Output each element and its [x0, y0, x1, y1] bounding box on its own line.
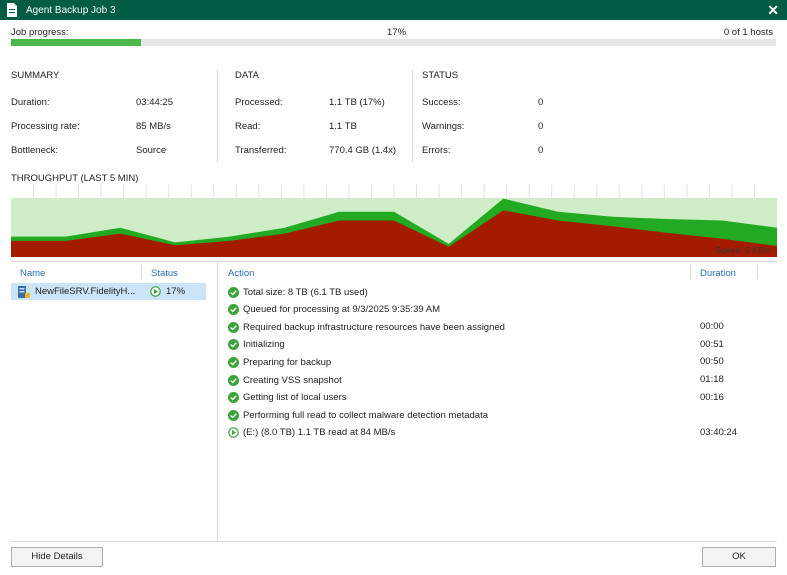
data-processed-label: Processed: [235, 97, 283, 108]
success-icon [228, 339, 239, 351]
action-row: (E:) (8.0 TB) 1.1 TB read at 84 MB/s 03:4… [228, 426, 776, 440]
data-read-value: 1.1 TB [329, 121, 357, 132]
success-icon [228, 321, 239, 333]
throughput-grid [33, 184, 755, 198]
duration-end-col-divider [757, 265, 758, 279]
hide-details-button[interactable]: Hide Details [11, 547, 103, 567]
action-text: Required backup infrastructure resources… [243, 321, 505, 333]
panels-divider [217, 262, 218, 542]
throughput-title: THROUGHPUT (LAST 5 MIN) [11, 173, 139, 184]
status-warnings-value: 0 [538, 121, 544, 132]
action-row: Getting list of local users 00:16 [228, 391, 776, 405]
lists-top-divider [11, 261, 777, 262]
running-status-icon [150, 286, 161, 297]
throughput-chart: Speed: 0 KB/s [11, 184, 777, 257]
lists-bottom-divider [11, 541, 777, 542]
job-progress-label: Job progress: [11, 27, 69, 38]
action-row: Initializing 00:51 [228, 338, 776, 352]
action-duration: 00:16 [700, 391, 724, 403]
server-icon [18, 286, 30, 298]
action-duration: 01:18 [700, 374, 724, 385]
throughput-chart-svg [11, 184, 777, 257]
summary-duration-label: Duration: [11, 97, 50, 108]
name-column-header[interactable]: Name [20, 268, 45, 279]
status-success-label: Success: [422, 97, 461, 108]
status-column-header[interactable]: Status [151, 268, 178, 279]
status-warnings-label: Warnings: [422, 121, 465, 132]
summary-title: SUMMARY [11, 70, 60, 81]
action-text: (E:) (8.0 TB) 1.1 TB read at 84 MB/s [243, 427, 396, 439]
name-status-col-divider [141, 265, 142, 279]
success-icon [228, 374, 239, 386]
job-progress-bar [11, 39, 776, 46]
success-icon [228, 409, 239, 421]
data-processed-value: 1.1 TB (17%) [329, 97, 385, 108]
job-window: Job progress: 17% 0 of 1 hosts SUMMARY D… [0, 20, 787, 575]
action-row: Required backup infrastructure resources… [228, 320, 776, 334]
host-name: NewFileSRV.FidelityH... [35, 286, 136, 297]
job-progress-percent: 17% [387, 27, 407, 38]
host-status: 17% [166, 286, 186, 297]
summary-rate-label: Processing rate: [11, 121, 80, 132]
summary-duration-value: 03:44:25 [136, 97, 173, 108]
status-success-value: 0 [538, 97, 544, 108]
summary-bottleneck-value: Source [136, 145, 167, 156]
action-duration: 00:50 [700, 356, 724, 368]
action-text: Getting list of local users [243, 392, 347, 404]
summary-divider [217, 70, 218, 162]
success-icon [228, 392, 239, 404]
success-icon [228, 304, 239, 316]
title-bar: Agent Backup Job 3 ✕ [0, 0, 787, 20]
summary-rate-value: 85 MB/s [136, 121, 171, 132]
action-row: Performing full read to collect malware … [228, 408, 776, 422]
duration-column-header[interactable]: Duration [700, 268, 736, 279]
action-text: Preparing for backup [243, 356, 332, 368]
action-text: Total size: 8 TB (6.1 TB used) [243, 286, 368, 298]
status-errors-value: 0 [538, 145, 544, 156]
action-text: Creating VSS snapshot [243, 374, 342, 386]
data-transferred-label: Transferred: [235, 145, 287, 156]
host-row-selected[interactable]: NewFileSRV.FidelityH... 17% [11, 283, 206, 300]
action-text: Performing full read to collect malware … [243, 409, 489, 421]
success-icon [228, 356, 239, 368]
action-duration-col-divider [690, 265, 691, 279]
data-title: DATA [235, 70, 259, 81]
status-errors-label: Errors: [422, 145, 451, 156]
document-app-icon [7, 3, 17, 17]
action-duration: 00:00 [700, 321, 724, 333]
job-progress-row: Job progress: 17% 0 of 1 hosts [11, 27, 777, 39]
action-duration: 00:51 [700, 338, 724, 350]
status-title: STATUS [422, 70, 459, 81]
success-icon [228, 286, 239, 298]
summary-bottleneck-label: Bottleneck: [11, 145, 58, 156]
job-progress-fill [11, 39, 142, 46]
data-read-label: Read: [235, 121, 261, 132]
current-speed: Speed: 0 KB/s [715, 245, 770, 255]
action-row: Creating VSS snapshot 01:18 [228, 373, 776, 387]
action-row: Preparing for backup 00:50 [228, 355, 776, 369]
close-icon[interactable]: ✕ [767, 2, 779, 18]
action-row: Total size: 8 TB (6.1 TB used) [228, 285, 776, 299]
action-duration: 03:40:24 [700, 426, 737, 438]
window-title: Agent Backup Job 3 [26, 4, 116, 16]
action-column-header[interactable]: Action [228, 268, 254, 279]
action-text: Queued for processing at 9/3/2025 9:35:3… [243, 304, 440, 316]
running-icon [228, 427, 239, 439]
data-divider [412, 70, 413, 162]
hosts-progress-text: 0 of 1 hosts [723, 27, 773, 38]
action-row: Queued for processing at 9/3/2025 9:35:3… [228, 303, 776, 317]
action-text: Initializing [243, 339, 285, 351]
data-transferred-value: 770.4 GB (1.4x) [329, 145, 397, 156]
ok-button[interactable]: OK [702, 547, 776, 567]
